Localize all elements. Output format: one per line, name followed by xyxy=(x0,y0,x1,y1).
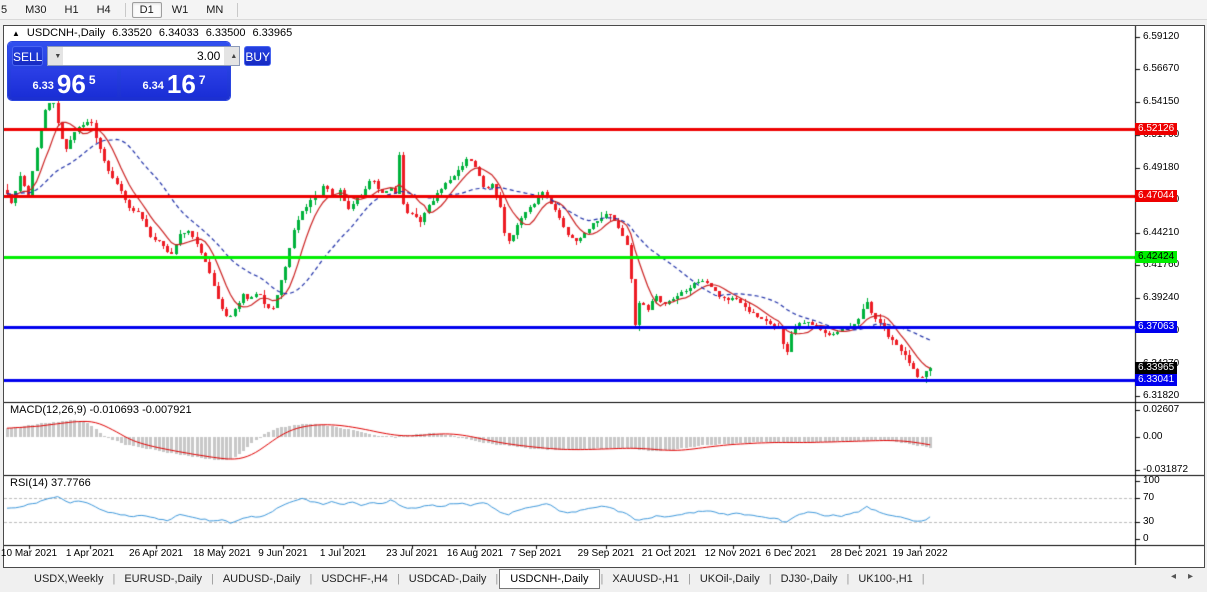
ohlc-open: 6.33520 xyxy=(112,27,152,39)
chart-tab-usdcnh-daily[interactable]: USDCNH-,Daily xyxy=(499,569,599,589)
chart-tabs: USDX,Weekly|EURUSD-,Daily|AUDUSD-,Daily|… xyxy=(0,569,926,589)
date-tick-26-Apr-2021: 26 Apr 2021 xyxy=(129,548,183,559)
macd-tick--0.031872: -0.031872 xyxy=(1143,464,1188,475)
price-level-badge-6.52126: 6.52126 xyxy=(1135,123,1177,135)
sell-button[interactable]: SELL xyxy=(12,46,43,66)
toolbar-separator xyxy=(125,3,126,17)
sell-price-sup: 5 xyxy=(89,73,96,87)
tab-scroll-right-icon[interactable]: ▸ xyxy=(1188,571,1193,582)
chart-tab-audusd-daily[interactable]: AUDUSD-,Daily xyxy=(215,571,309,587)
macd-indicator-label: MACD(12,26,9) -0.010693 -0.007921 xyxy=(10,404,192,416)
one-click-trade-panel: SELL ▼ ▲ BUY 6.33 96 5 6.34 16 7 xyxy=(8,42,230,100)
date-tick-18-May-2021: 18 May 2021 xyxy=(193,548,251,559)
price-tick-6.49180: 6.49180 xyxy=(1143,162,1179,173)
date-tick-12-Nov-2021: 12 Nov 2021 xyxy=(705,548,762,559)
rsi-tick-70: 70 xyxy=(1143,492,1154,503)
sell-price-big: 96 xyxy=(57,72,86,96)
timeframe-toolbar: 5M30H1H4 D1W1MN xyxy=(0,0,1207,20)
price-tick-6.39240: 6.39240 xyxy=(1143,292,1179,303)
date-tick-19-Jan-2022: 19 Jan 2022 xyxy=(892,548,947,559)
sell-price-small: 6.33 xyxy=(32,80,53,92)
rsi-tick-0: 0 xyxy=(1143,533,1149,544)
chart-symbol-label: USDCNH-,Daily xyxy=(27,27,105,39)
macd-tick-0.00: 0.00 xyxy=(1143,431,1162,442)
date-tick-16-Aug-2021: 16 Aug 2021 xyxy=(447,548,503,559)
date-tick-29-Sep-2021: 29 Sep 2021 xyxy=(578,548,635,559)
buy-price-box[interactable]: 6.34 16 7 xyxy=(121,69,227,97)
timeframe-button-H4[interactable]: H4 xyxy=(89,2,119,18)
volume-input[interactable] xyxy=(63,47,224,65)
one-click-panel-toggle-icon[interactable]: ▲ xyxy=(12,28,20,39)
chart-tab-ukoil-daily[interactable]: UKOil-,Daily xyxy=(692,571,768,587)
volume-decrease-button[interactable]: ▼ xyxy=(48,47,63,65)
chart-tab-usdx-weekly[interactable]: USDX,Weekly xyxy=(26,571,111,587)
tab-scroll-left-icon[interactable]: ◂ xyxy=(1171,571,1176,582)
price-tick-6.31820: 6.31820 xyxy=(1143,390,1179,401)
buy-price-small: 6.34 xyxy=(142,80,163,92)
rsi-tick-100: 100 xyxy=(1143,475,1160,486)
tab-scroll-arrows: ◂ ▸ xyxy=(1171,571,1193,582)
sell-price-box[interactable]: 6.33 96 5 xyxy=(11,69,117,97)
chart-tab-uk100-h1[interactable]: UK100-,H1 xyxy=(850,571,920,587)
price-level-badge-6.47044: 6.47044 xyxy=(1135,190,1177,202)
date-tick-1-Jul-2021: 1 Jul 2021 xyxy=(320,548,366,559)
date-tick-7-Sep-2021: 7 Sep 2021 xyxy=(510,548,561,559)
chart-tab-bar: USDX,Weekly|EURUSD-,Daily|AUDUSD-,Daily|… xyxy=(0,568,1207,590)
ohlc-close: 6.33965 xyxy=(252,27,292,39)
chart-canvas[interactable] xyxy=(4,26,1204,565)
timeframe-button-H1[interactable]: H1 xyxy=(57,2,87,18)
buy-price-sup: 7 xyxy=(199,73,206,87)
tab-separator: | xyxy=(921,573,926,585)
chart-tab-xauusd-h1[interactable]: XAUUSD-,H1 xyxy=(604,571,687,587)
chart-tab-usdcad-daily[interactable]: USDCAD-,Daily xyxy=(401,571,495,587)
ohlc-high: 6.34033 xyxy=(159,27,199,39)
price-level-badge-6.33965: 6.33965 xyxy=(1135,362,1177,374)
date-tick-23-Jul-2021: 23 Jul 2021 xyxy=(386,548,438,559)
rsi-indicator-label: RSI(14) 37.7766 xyxy=(10,477,91,489)
timeframe-button-W1[interactable]: W1 xyxy=(164,2,197,18)
rsi-tick-30: 30 xyxy=(1143,516,1154,527)
price-tick-6.44210: 6.44210 xyxy=(1143,227,1179,238)
timeframe-button-5[interactable]: 5 xyxy=(0,2,15,18)
volume-increase-button[interactable]: ▲ xyxy=(224,47,239,65)
timeframe-button-D1[interactable]: D1 xyxy=(132,2,162,18)
chart-tab-dj30-daily[interactable]: DJ30-,Daily xyxy=(773,571,846,587)
date-tick-1-Apr-2021: 1 Apr 2021 xyxy=(66,548,114,559)
buy-price-big: 16 xyxy=(167,72,196,96)
chart-window: ▲ USDCNH-,Daily 6.33520 6.34033 6.33500 … xyxy=(3,25,1205,568)
price-tick-6.54150: 6.54150 xyxy=(1143,96,1179,107)
date-tick-21-Oct-2021: 21 Oct 2021 xyxy=(642,548,696,559)
macd-tick-0.02607: 0.02607 xyxy=(1143,404,1179,415)
timeframe-button-MN[interactable]: MN xyxy=(198,2,231,18)
timeframe-button-M30[interactable]: M30 xyxy=(17,2,54,18)
date-tick-9-Jun-2021: 9 Jun 2021 xyxy=(258,548,308,559)
date-tick-28-Dec-2021: 28 Dec 2021 xyxy=(831,548,888,559)
toolbar-separator xyxy=(237,3,238,17)
trade-panel-controls: SELL ▼ ▲ BUY xyxy=(12,46,226,66)
chart-tab-eurusd-daily[interactable]: EURUSD-,Daily xyxy=(116,571,210,587)
mt4-workspace: { "toolbar": { "timeframes": [ {"label":… xyxy=(0,0,1207,592)
price-level-badge-6.33041: 6.33041 xyxy=(1135,374,1177,386)
volume-stepper: ▼ ▲ xyxy=(47,46,240,66)
price-tick-6.56670: 6.56670 xyxy=(1143,63,1179,74)
chart-tab-usdchf-h4[interactable]: USDCHF-,H4 xyxy=(313,571,396,587)
ohlc-low: 6.33500 xyxy=(206,27,246,39)
buy-button[interactable]: BUY xyxy=(244,46,271,66)
price-tick-6.59120: 6.59120 xyxy=(1143,31,1179,42)
date-tick-10-Mar-2021: 10 Mar 2021 xyxy=(1,548,57,559)
price-level-badge-6.37063: 6.37063 xyxy=(1135,321,1177,333)
date-tick-6-Dec-2021: 6 Dec 2021 xyxy=(765,548,816,559)
chart-title: ▲ USDCNH-,Daily 6.33520 6.34033 6.33500 … xyxy=(12,27,292,39)
price-level-badge-6.42424: 6.42424 xyxy=(1135,251,1177,263)
